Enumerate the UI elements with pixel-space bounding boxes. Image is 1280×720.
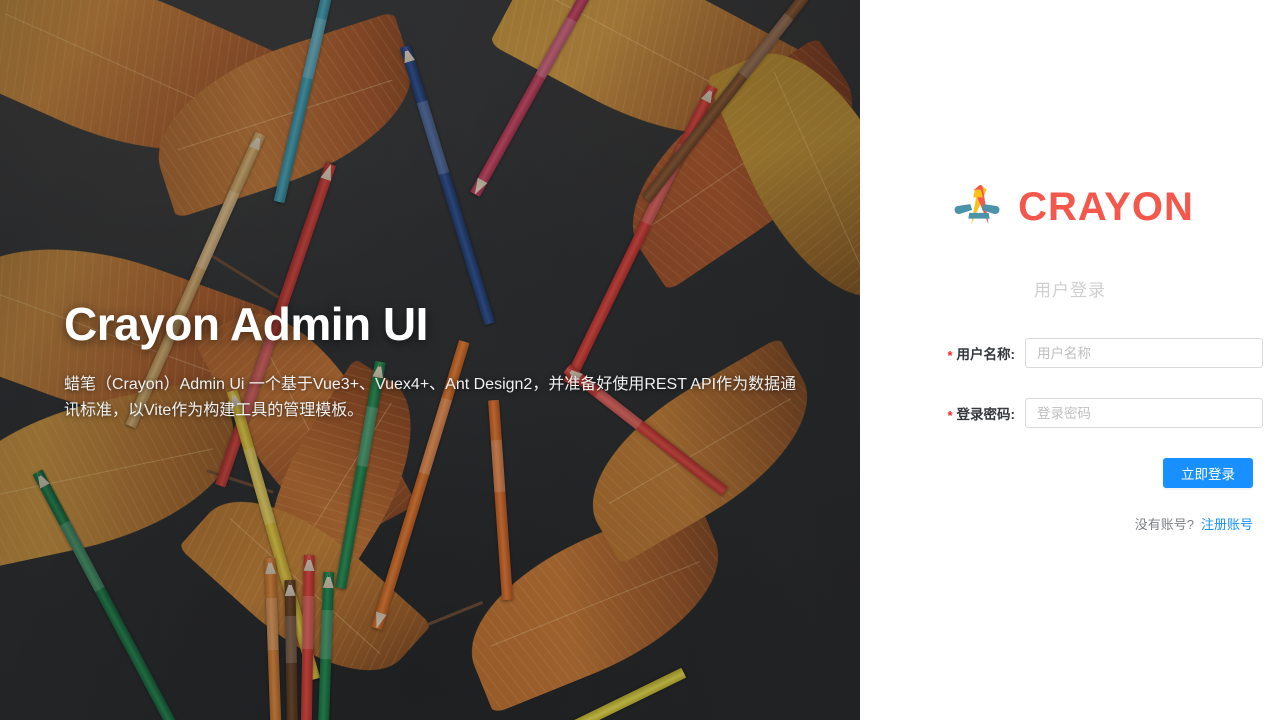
register-link[interactable]: 注册账号 [1201, 514, 1253, 533]
form-heading: 用户登录 [1034, 281, 1106, 300]
username-input[interactable] [1025, 338, 1263, 368]
login-button[interactable]: 立即登录 [1163, 458, 1253, 488]
login-page: Crayon Admin UI 蜡笔（Crayon）Admin Ui 一个基于V… [0, 0, 1280, 720]
login-form: *用户名称: *登录密码: 立即登录 没有账号? [860, 338, 1280, 533]
signup-prompt: 没有账号? [1134, 517, 1194, 532]
banner-description: 蜡笔（Crayon）Admin Ui 一个基于Vue3+、Vuex4+、Ant … [64, 375, 797, 419]
password-input[interactable] [1025, 398, 1263, 428]
banner-title: Crayon Admin UI [64, 298, 428, 350]
submit-row: 立即登录 [860, 458, 1280, 488]
login-form-panel: CRAYON 用户登录 *用户名称: *登录密码: 立即登录 [860, 0, 1280, 720]
signup-area: 没有账号? 注册账号 [1015, 514, 1253, 533]
required-asterisk-icon: * [947, 408, 953, 423]
password-row: * 登录密码: [860, 398, 1280, 428]
signup-spacer [860, 514, 1015, 533]
username-label: * 用户名称: [860, 343, 1025, 363]
password-label-text: 登录密码: [956, 407, 1016, 422]
username-label-text: 用户名称: [956, 347, 1016, 362]
submit-area: 立即登录 [1015, 458, 1253, 488]
banner-panel: Crayon Admin UI 蜡笔（Crayon）Admin Ui 一个基于V… [0, 0, 860, 720]
required-asterisk-icon: * [947, 348, 953, 363]
submit-spacer [860, 458, 1015, 488]
signup-row: 没有账号? 注册账号 [860, 514, 1280, 533]
brand-logo: CRAYON [860, 176, 1280, 238]
banner-copy: Crayon Admin UI 蜡笔（Crayon）Admin Ui 一个基于V… [64, 298, 804, 423]
crayon-logo-icon [954, 185, 1000, 225]
username-row: * 用户名称: [860, 338, 1280, 368]
password-label: * 登录密码: [860, 403, 1025, 423]
brand-wordmark: CRAYON [1018, 185, 1194, 229]
